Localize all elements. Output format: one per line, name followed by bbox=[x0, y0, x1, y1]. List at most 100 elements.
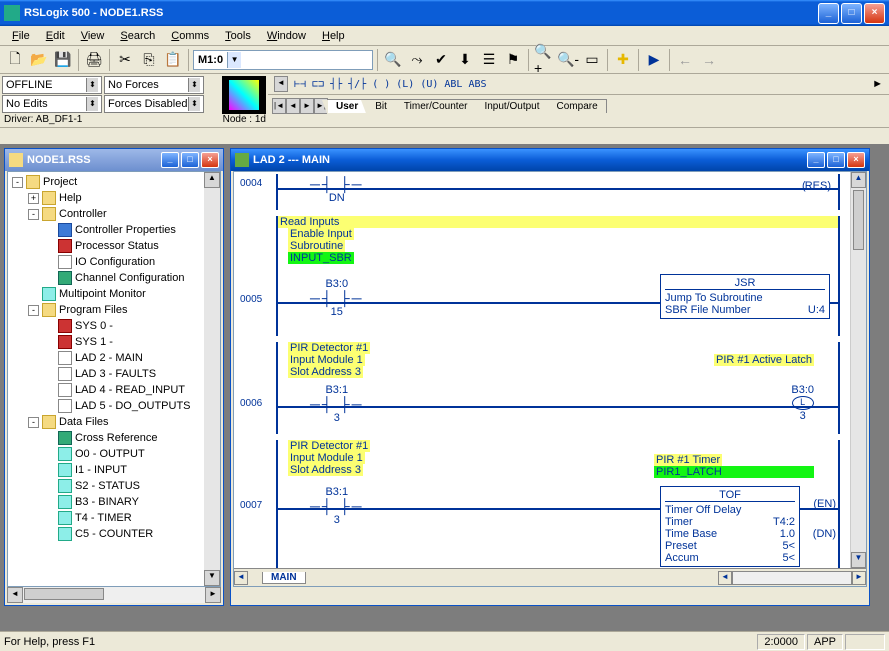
tree-item[interactable]: Controller Properties bbox=[44, 222, 202, 238]
ladder-editor[interactable]: ▲ ▼ 0004 ─┤ ├─ DN (RES) bbox=[233, 171, 867, 587]
lad-max-button[interactable]: □ bbox=[827, 152, 845, 168]
menu-comms[interactable]: Comms bbox=[163, 28, 217, 44]
tree-min-button[interactable]: _ bbox=[161, 152, 179, 168]
window-icon[interactable]: ▭ bbox=[581, 49, 603, 71]
tree-item[interactable]: -Project bbox=[12, 174, 202, 190]
menu-help[interactable]: Help bbox=[314, 28, 353, 44]
maximize-button[interactable]: □ bbox=[841, 3, 862, 24]
tree-item[interactable]: C5 - COUNTER bbox=[44, 526, 202, 542]
tree-twisty-icon[interactable]: - bbox=[28, 305, 39, 316]
tree-item[interactable]: B3 - BINARY bbox=[44, 494, 202, 510]
instr-abl[interactable]: ABL bbox=[444, 79, 462, 90]
tree-item[interactable]: SYS 0 - bbox=[44, 318, 202, 334]
tab-input-output[interactable]: Input/Output bbox=[475, 99, 548, 113]
print-icon[interactable]: 🖨 bbox=[83, 49, 105, 71]
menu-search[interactable]: Search bbox=[112, 28, 163, 44]
status-edits[interactable]: No Edits⬍ bbox=[2, 95, 102, 113]
download-icon[interactable]: ⬇ bbox=[454, 49, 476, 71]
save-icon[interactable]: 💾 bbox=[52, 49, 74, 71]
open-icon[interactable]: 📂 bbox=[28, 49, 50, 71]
find-icon[interactable]: 🔍 bbox=[382, 49, 404, 71]
status-forces[interactable]: No Forces⬍ bbox=[104, 76, 204, 94]
rung4-res-coil[interactable]: (RES) bbox=[802, 180, 830, 192]
tree-item[interactable]: -Controller bbox=[28, 206, 202, 222]
instr-otu[interactable]: (U) bbox=[420, 79, 438, 90]
rung5-jsr-instruction[interactable]: JSR Jump To Subroutine SBR File NumberU:… bbox=[660, 274, 830, 319]
rung5-contact[interactable]: B3:0 ─┤ ├─ 15 bbox=[310, 278, 364, 318]
lad-titlebar[interactable]: LAD 2 --- MAIN _ □ × bbox=[231, 149, 869, 171]
copy-icon[interactable]: ⎘ bbox=[138, 49, 160, 71]
tree-max-button[interactable]: □ bbox=[181, 152, 199, 168]
rung7-tof-instruction[interactable]: TOF Timer Off Delay TimerT4:2 Time Base1… bbox=[660, 486, 800, 567]
rung-0005[interactable]: Read Inputs Enable Input Subroutine INPU… bbox=[240, 216, 844, 336]
ladder-tab-main[interactable]: MAIN bbox=[262, 572, 306, 584]
tab-prev-icon[interactable]: ◄ bbox=[286, 98, 300, 114]
tree-twisty-icon[interactable]: - bbox=[28, 417, 39, 428]
paste-icon[interactable]: 📋 bbox=[162, 49, 184, 71]
tree-item[interactable]: LAD 3 - FAULTS bbox=[44, 366, 202, 382]
new-icon[interactable]: 🗋 bbox=[4, 49, 26, 71]
instr-xio[interactable]: ┤/├ bbox=[348, 79, 366, 90]
instr-abs[interactable]: ABS bbox=[468, 79, 486, 90]
combo-arrow-icon[interactable]: ▼ bbox=[227, 52, 241, 68]
tree-twisty-icon[interactable]: + bbox=[28, 193, 39, 204]
tab-timer-counter[interactable]: Timer/Counter bbox=[395, 99, 477, 113]
tree-item[interactable]: LAD 4 - READ_INPUT bbox=[44, 382, 202, 398]
menu-edit[interactable]: Edit bbox=[38, 28, 73, 44]
rung-0004[interactable]: 0004 ─┤ ├─ DN (RES) bbox=[240, 174, 844, 210]
rung7-contact[interactable]: B3:1 ─┤ ├─ 3 bbox=[310, 486, 364, 526]
tree-item[interactable]: I1 - INPUT bbox=[44, 462, 202, 478]
props-icon[interactable]: ☰ bbox=[478, 49, 500, 71]
add-icon[interactable]: ✚ bbox=[612, 49, 634, 71]
tree-item[interactable]: Channel Configuration bbox=[44, 270, 202, 286]
project-tree[interactable]: -Project+Help-ControllerController Prope… bbox=[8, 172, 204, 586]
lad-close-button[interactable]: × bbox=[847, 152, 865, 168]
instr-rung[interactable]: ⊢⊣ bbox=[294, 79, 306, 90]
menu-window[interactable]: Window bbox=[259, 28, 314, 44]
goto-icon[interactable]: ⤳ bbox=[406, 49, 428, 71]
minimize-button[interactable]: _ bbox=[818, 3, 839, 24]
menu-file[interactable]: File bbox=[4, 28, 38, 44]
tree-twisty-icon[interactable]: - bbox=[12, 177, 23, 188]
verify-icon[interactable]: ✔ bbox=[430, 49, 452, 71]
rung-0006[interactable]: PIR Detector #1 Input Module 1 Slot Addr… bbox=[240, 342, 844, 434]
address-combo[interactable]: M1:0 ▼ bbox=[193, 50, 373, 70]
tree-titlebar[interactable]: NODE1.RSS _ □ × bbox=[5, 149, 223, 171]
tree-item[interactable]: SYS 1 - bbox=[44, 334, 202, 350]
tree-item[interactable]: Processor Status bbox=[44, 238, 202, 254]
tree-vscrollbar[interactable]: ▲ ▼ bbox=[204, 172, 220, 586]
status-mode[interactable]: OFFLINE⬍ bbox=[2, 76, 102, 94]
tab-first-icon[interactable]: |◄ bbox=[272, 98, 286, 114]
tree-item[interactable]: LAD 2 - MAIN bbox=[44, 350, 202, 366]
instr-scroll-left-icon[interactable]: ◄ bbox=[274, 76, 288, 92]
lad-hscroll-left-icon[interactable]: ◄ bbox=[718, 571, 732, 585]
tree-item[interactable]: LAD 5 - DO_OUTPUTS bbox=[44, 398, 202, 414]
menu-view[interactable]: View bbox=[73, 28, 113, 44]
tab-next-icon[interactable]: ► bbox=[300, 98, 314, 114]
tree-item[interactable]: IO Configuration bbox=[44, 254, 202, 270]
tree-item[interactable]: S2 - STATUS bbox=[44, 478, 202, 494]
instr-branch[interactable]: ⊏⊐ bbox=[312, 79, 324, 90]
instr-otl[interactable]: (L) bbox=[396, 79, 414, 90]
instr-xic[interactable]: ┤├ bbox=[330, 79, 342, 90]
tree-item[interactable]: +Help bbox=[28, 190, 202, 206]
lad-hscroll-right-icon[interactable]: ► bbox=[852, 571, 866, 585]
tree-item[interactable]: O0 - OUTPUT bbox=[44, 446, 202, 462]
cut-icon[interactable]: ✂ bbox=[114, 49, 136, 71]
tree-item[interactable]: T4 - TIMER bbox=[44, 510, 202, 526]
tree-twisty-icon[interactable]: - bbox=[28, 209, 39, 220]
tree-hscrollbar[interactable]: ◄► bbox=[7, 587, 221, 603]
tree-item[interactable]: Cross Reference bbox=[44, 430, 202, 446]
lad-min-button[interactable]: _ bbox=[807, 152, 825, 168]
run-icon[interactable]: ▶ bbox=[643, 49, 665, 71]
zoom-in-icon[interactable]: 🔍+ bbox=[533, 49, 555, 71]
force-icon[interactable]: ⚑ bbox=[502, 49, 524, 71]
instr-scroll-right-icon[interactable]: ► bbox=[872, 78, 883, 90]
status-forces-disabled[interactable]: Forces Disabled⬍ bbox=[104, 95, 204, 113]
tab-compare[interactable]: Compare bbox=[548, 99, 607, 113]
tree-item[interactable]: -Program Files bbox=[28, 302, 202, 318]
rung6-contact[interactable]: B3:1 ─┤ ├─ 3 bbox=[310, 384, 364, 424]
tree-item[interactable]: Multipoint Monitor bbox=[28, 286, 202, 302]
ladtab-prev-icon[interactable]: ◄ bbox=[234, 571, 248, 585]
zoom-out-icon[interactable]: 🔍- bbox=[557, 49, 579, 71]
